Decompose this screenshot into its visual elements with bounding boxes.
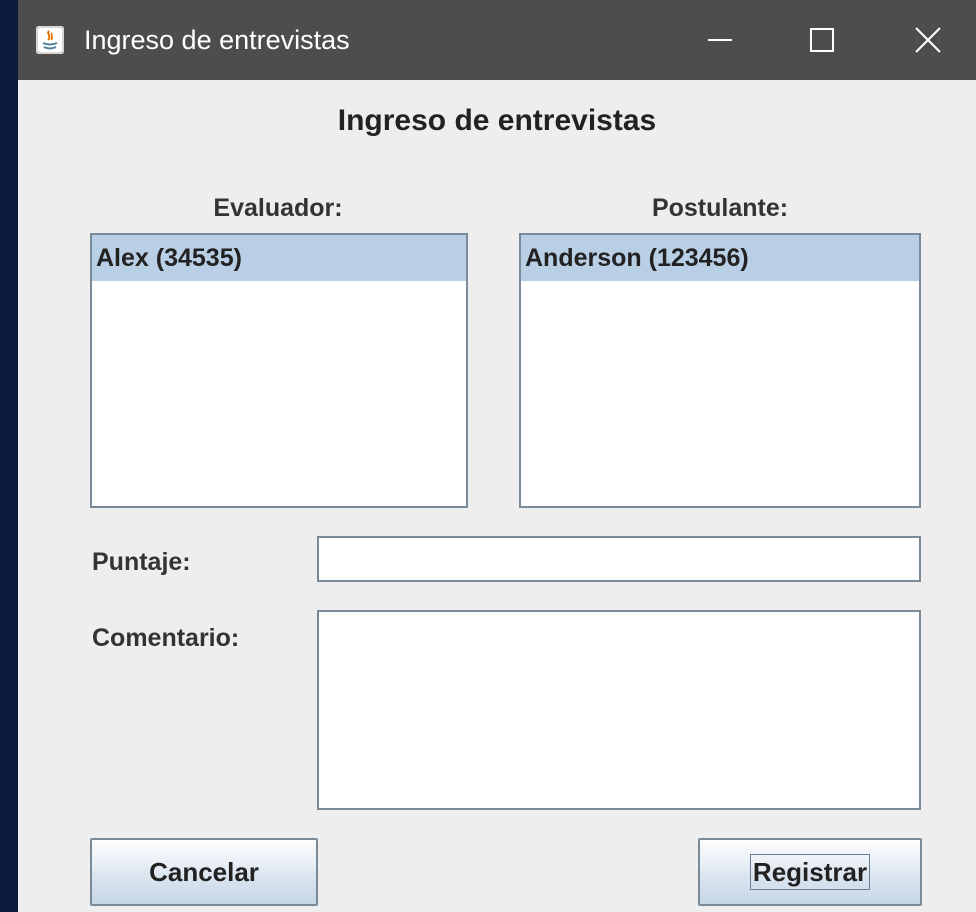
form-heading: Ingreso de entrevistas	[337, 104, 657, 137]
comment-textarea[interactable]	[317, 610, 921, 810]
maximize-icon	[810, 28, 834, 52]
window-title: Ingreso de entrevistas	[84, 25, 350, 55]
evaluator-list-item[interactable]: Alex (34535)	[92, 235, 466, 281]
maximize-button[interactable]	[774, 0, 870, 80]
close-button[interactable]	[880, 0, 976, 80]
close-icon	[915, 27, 941, 53]
cancel-button[interactable]: Cancelar	[90, 838, 318, 906]
dialog-window: Ingreso de entrevistas Ingreso de entrev…	[18, 0, 976, 912]
score-input[interactable]	[317, 536, 921, 582]
applicant-list-item[interactable]: Anderson (123456)	[521, 235, 919, 281]
minimize-icon	[708, 39, 732, 41]
title-bar[interactable]: Ingreso de entrevistas	[18, 0, 976, 80]
comment-label: Comentario:	[92, 624, 240, 652]
evaluator-label: Evaluador:	[213, 194, 343, 222]
minimize-button[interactable]	[672, 0, 768, 80]
applicant-label: Postulante:	[651, 194, 789, 222]
applicant-list[interactable]: Anderson (123456)	[519, 233, 921, 508]
register-button[interactable]: Registrar	[698, 838, 922, 906]
evaluator-list[interactable]: Alex (34535)	[90, 233, 468, 508]
java-app-icon	[36, 26, 64, 54]
register-button-label: Registrar	[749, 853, 871, 890]
score-label: Puntaje:	[92, 548, 191, 576]
